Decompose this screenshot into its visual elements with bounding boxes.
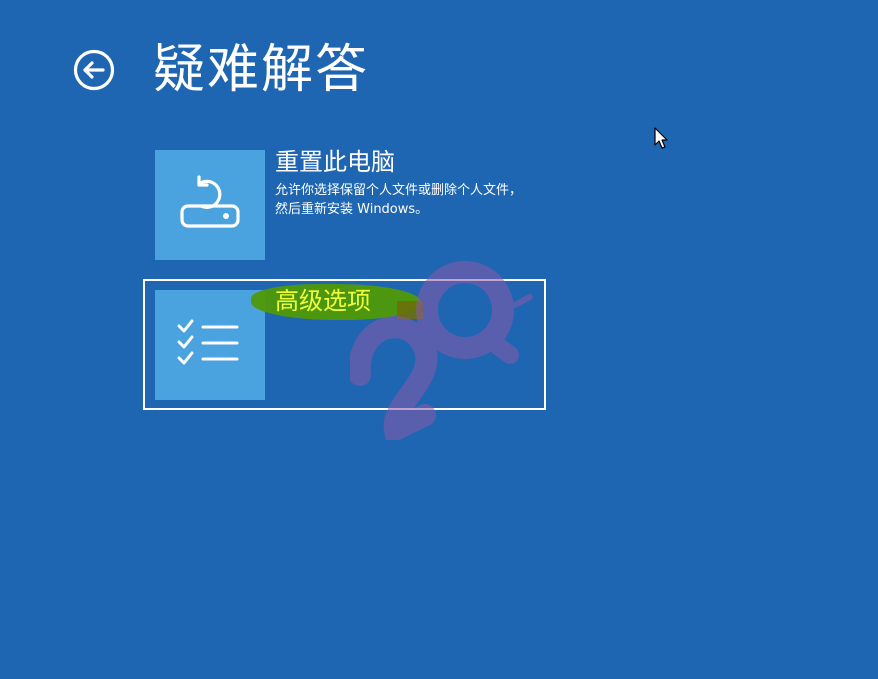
mouse-cursor-icon [654,127,668,149]
page-title: 疑难解答 [153,40,370,100]
back-arrow-circle-icon [73,49,115,91]
highlight-marker-tail [397,301,423,319]
reset-pc-title: 重置此电脑 [275,148,395,176]
reset-pc-icon [180,175,240,228]
advanced-options-tile [155,290,265,400]
advanced-options-title: 高级选项 [275,287,371,315]
reset-pc-option[interactable]: 重置此电脑 允许你选择保留个人文件或删除个人文件，然后重新安装 Windows。 [143,139,546,270]
reset-pc-description: 允许你选择保留个人文件或删除个人文件，然后重新安装 Windows。 [275,183,523,217]
checklist-icon [177,319,239,365]
advanced-options-option[interactable]: 高级选项 [143,279,546,410]
back-button[interactable] [73,49,115,91]
reset-pc-tile [155,150,265,260]
